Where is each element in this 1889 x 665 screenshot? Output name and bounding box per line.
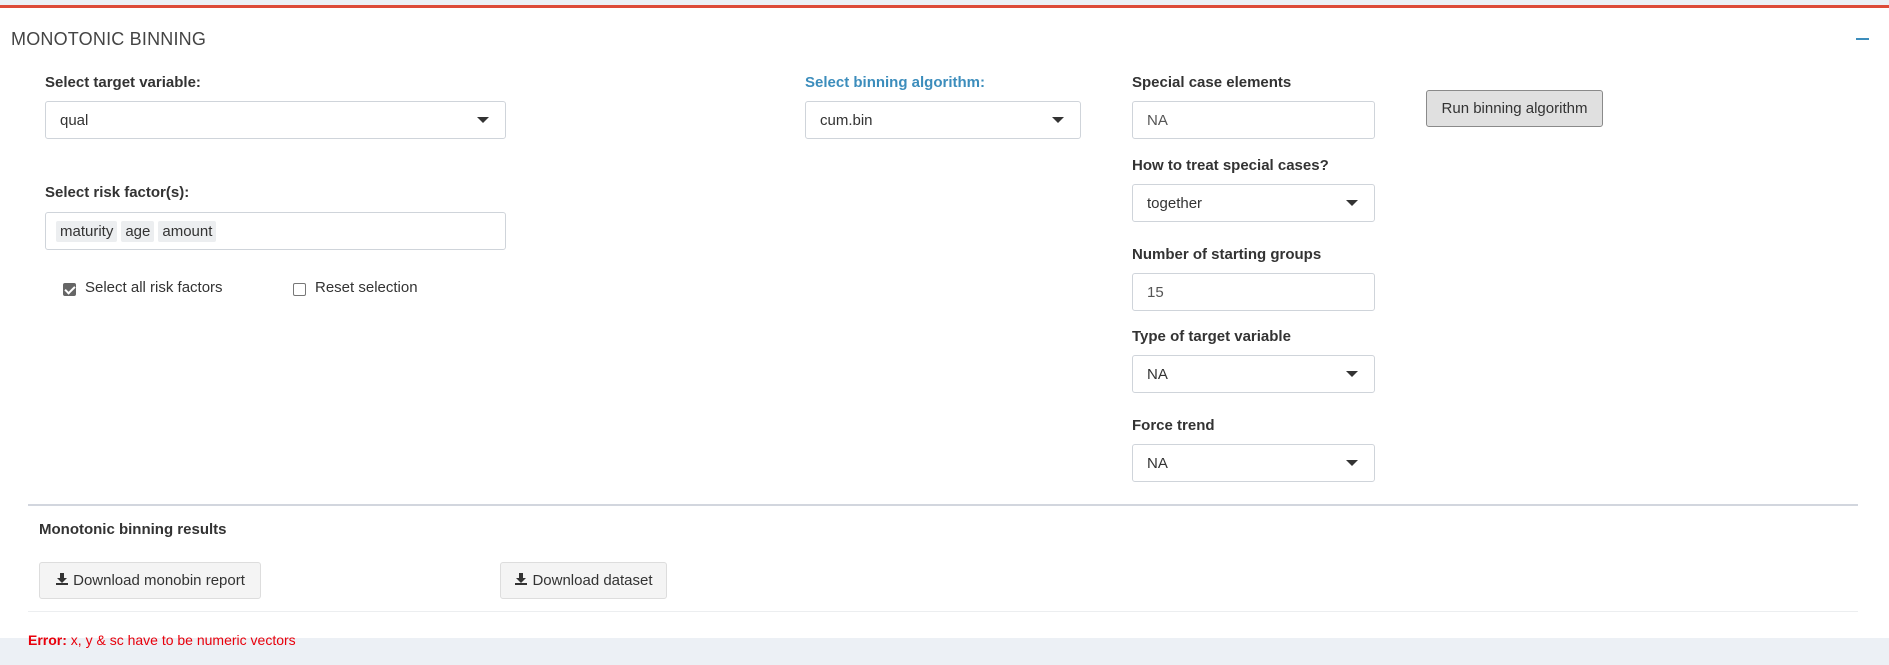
download-report-label: Download monobin report [73,572,245,589]
target-type-select[interactable]: NA [1132,355,1375,393]
binning-algorithm-label: Select binning algorithm: [805,74,986,91]
reset-selection-label[interactable]: Reset selection [315,279,418,296]
target-variable-select[interactable]: qual [45,101,506,139]
download-icon [55,572,69,590]
starting-groups-value: 15 [1147,283,1164,301]
download-dataset-label: Download dataset [532,572,653,589]
target-type-label: Type of target variable [1132,328,1291,345]
chevron-down-icon [1346,200,1358,206]
download-icon [514,572,528,590]
binning-algorithm-value: cum.bin [820,111,873,129]
download-dataset-button[interactable]: Download dataset [500,562,667,599]
target-type-value: NA [1147,365,1168,383]
special-case-input[interactable]: NA [1132,101,1375,139]
error-prefix: Error: [28,632,67,648]
select-all-checkbox[interactable] [63,283,76,296]
binning-algorithm-select[interactable]: cum.bin [805,101,1081,139]
starting-groups-label: Number of starting groups [1132,246,1322,263]
select-all-label[interactable]: Select all risk factors [85,279,223,296]
treat-special-value: together [1147,194,1203,212]
chevron-down-icon [1052,117,1064,123]
results-title: Monotonic binning results [39,521,227,538]
risk-factors-select[interactable]: maturity age amount [45,212,506,250]
special-case-value: NA [1147,111,1168,129]
risk-factor-tag[interactable]: age [121,220,155,242]
force-trend-select[interactable]: NA [1132,444,1375,482]
chevron-down-icon [1346,371,1358,377]
monotonic-binning-box: MONOTONIC BINNING Select target variable… [0,5,1889,648]
results-box: Monotonic binning results Download monob… [28,506,1858,612]
starting-groups-input[interactable]: 15 [1132,273,1375,311]
treat-special-label: How to treat special cases? [1132,157,1329,174]
chevron-down-icon [477,117,489,123]
chevron-down-icon [1346,460,1358,466]
treat-special-select[interactable]: together [1132,184,1375,222]
box-title: MONOTONIC BINNING [11,29,207,49]
run-binning-button[interactable]: Run binning algorithm [1426,90,1603,127]
target-variable-value: qual [60,111,89,129]
force-trend-value: NA [1147,454,1168,472]
minus-icon[interactable] [1856,38,1869,40]
reset-selection-checkbox[interactable] [293,283,306,296]
target-variable-label: Select target variable: [45,74,201,91]
risk-factor-tag[interactable]: amount [158,220,217,242]
risk-factors-label: Select risk factor(s): [45,184,190,201]
risk-factor-tag[interactable]: maturity [56,220,118,242]
special-case-label: Special case elements [1132,74,1292,91]
download-report-button[interactable]: Download monobin report [39,562,261,599]
force-trend-label: Force trend [1132,417,1215,434]
error-text: x, y & sc have to be numeric vectors [70,632,296,648]
error-message: Error: x, y & sc have to be numeric vect… [28,632,296,648]
